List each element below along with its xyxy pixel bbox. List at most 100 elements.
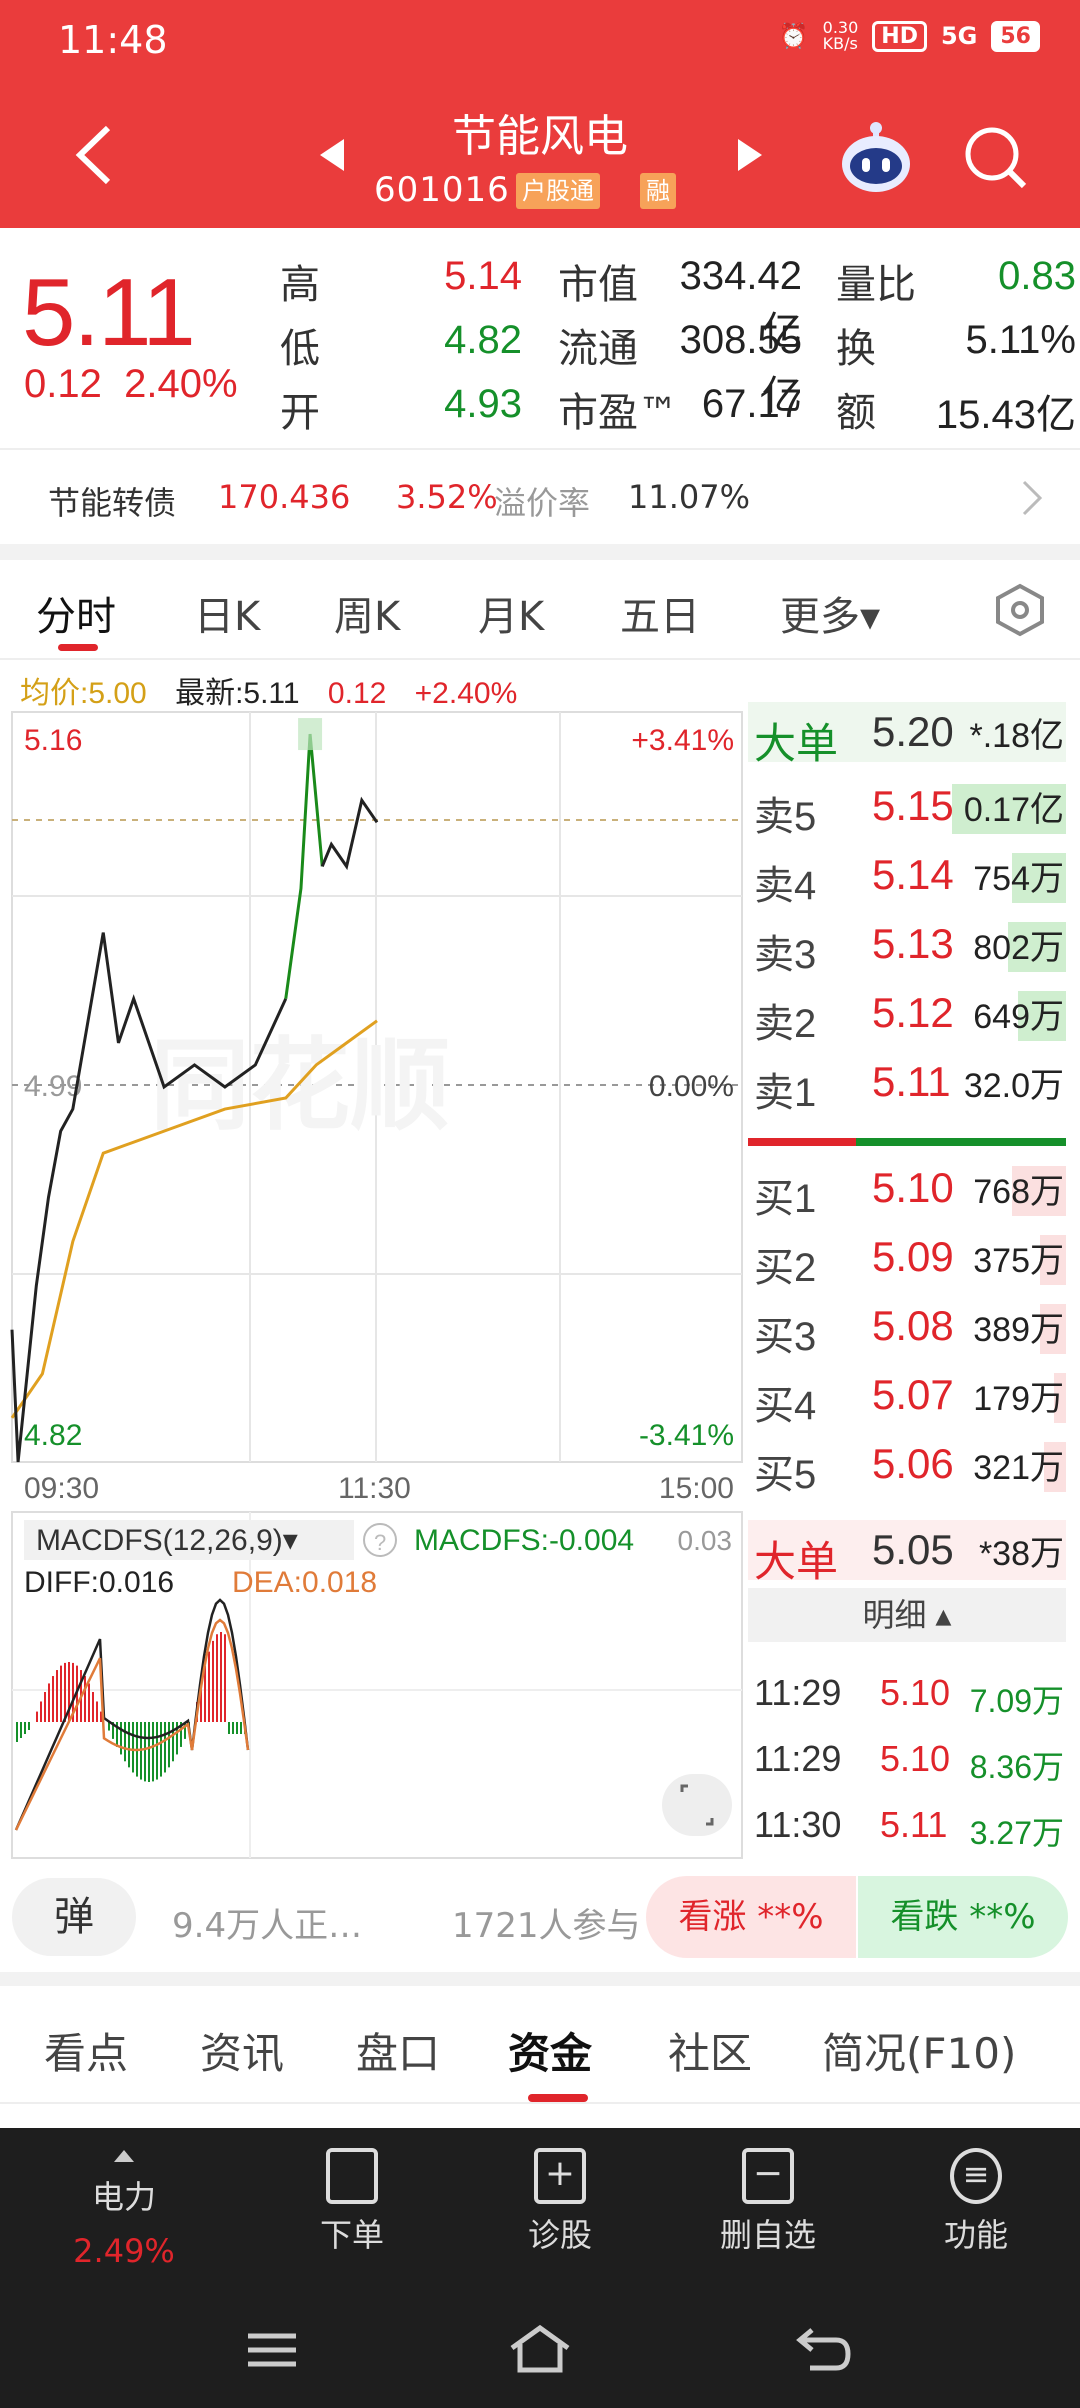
price-axis-high: 5.16: [24, 724, 82, 757]
ask-level-2[interactable]: 卖4 5.14 754万: [748, 845, 1066, 908]
ask-level-3[interactable]: 卖3 5.13 802万: [748, 914, 1066, 977]
sector-button[interactable]: 电力 2.49%: [44, 2148, 204, 2270]
participant-count: 1721人参与: [452, 1906, 641, 1946]
ask-level-5[interactable]: 卖1 5.11 32.0万: [748, 1052, 1066, 1115]
expand-button[interactable]: [662, 1774, 732, 1836]
back-nav-icon[interactable]: [796, 2324, 852, 2376]
bond-price: 170.436: [218, 478, 351, 516]
tab-indicator: [58, 644, 98, 651]
tab-market-depth[interactable]: 盘口: [356, 2020, 440, 2081]
margin-tag: 融: [640, 173, 676, 209]
macd-bar: [152, 1722, 154, 1782]
bid-level-2[interactable]: 买2 5.09 375万: [748, 1227, 1066, 1290]
low-value: 4.82: [444, 318, 522, 362]
functions-button[interactable]: ≡ 功能: [896, 2148, 1056, 2256]
tick-price: 5.10: [880, 1672, 951, 1713]
diagnose-button[interactable]: + 诊股: [480, 2148, 640, 2256]
tab-intraday[interactable]: 分时: [36, 584, 116, 642]
chevron-right-icon: [1022, 480, 1043, 516]
macd-bar: [128, 1722, 130, 1768]
level-price: 5.06: [872, 1440, 954, 1487]
level-label: 卖4: [754, 864, 817, 908]
search-icon[interactable]: [962, 124, 1028, 190]
bond-name: 节能转债: [48, 484, 177, 522]
tab-highlights[interactable]: 看点: [44, 2020, 128, 2081]
level-label: 卖1: [754, 1071, 817, 1115]
bid-level-3[interactable]: 买3 5.08 389万: [748, 1296, 1066, 1359]
settings-hexagon-icon[interactable]: [994, 582, 1046, 638]
big-buy-price: 5.05: [872, 1526, 954, 1573]
next-stock-icon[interactable]: [736, 137, 764, 173]
macd-bar: [232, 1722, 234, 1734]
volume-ratio-label: 量比: [836, 262, 916, 308]
remove-watchlist-button[interactable]: − 删自选: [688, 2148, 848, 2256]
premium-label: 溢价率: [494, 484, 591, 522]
macd-bar: [148, 1722, 150, 1782]
mcap-label: 市值: [558, 262, 638, 308]
detail-toggle[interactable]: 明细 ▴: [748, 1588, 1066, 1642]
level-price: 5.12: [872, 989, 954, 1036]
viewer-count: 9.4万人正…: [172, 1906, 363, 1946]
ask-level-1[interactable]: 卖5 5.15 0.17亿: [748, 776, 1066, 839]
macd-bar: [228, 1722, 230, 1734]
level-price: 5.07: [872, 1371, 954, 1418]
order-label: 下单: [319, 2216, 384, 2254]
low-label: 低: [280, 326, 320, 372]
tab-five-day[interactable]: 五日: [620, 584, 700, 642]
high-marker: [298, 718, 323, 751]
tab-profile[interactable]: 简况(F10): [822, 2020, 1016, 2081]
ask-level-4[interactable]: 卖2 5.12 649万: [748, 983, 1066, 1046]
macd-bar: [84, 1676, 86, 1722]
tick-row: 11:29 5.10 7.09万: [748, 1662, 1066, 1722]
open-value: 4.93: [444, 382, 522, 426]
macd-bar: [36, 1711, 38, 1722]
tick-volume: 8.36万: [969, 1749, 1064, 1785]
level-volume: 754万: [973, 860, 1064, 898]
tab-daily[interactable]: 日K: [194, 584, 260, 642]
stock-code: 601016: [374, 170, 510, 210]
home-nav-icon[interactable]: [508, 2324, 572, 2376]
tick-time: 11:29: [754, 1672, 842, 1713]
bullish-button[interactable]: 看涨 **%: [646, 1876, 856, 1958]
level-volume: 802万: [973, 929, 1064, 967]
bid-level-4[interactable]: 买4 5.07 179万: [748, 1365, 1066, 1428]
tick-time: 11:30: [754, 1804, 842, 1845]
bearish-button[interactable]: 看跌 **%: [858, 1876, 1068, 1958]
functions-label: 功能: [943, 2216, 1008, 2254]
tab-community[interactable]: 社区: [668, 2020, 752, 2081]
robot-assistant-icon[interactable]: [836, 118, 916, 198]
macd-bar: [56, 1670, 58, 1722]
bid-level-5[interactable]: 买5 5.06 321万: [748, 1434, 1066, 1497]
big-sell-row[interactable]: 大单 5.20 *.18亿: [748, 702, 1066, 767]
level-volume: 321万: [973, 1449, 1064, 1487]
macd-bar: [24, 1722, 26, 1734]
macd-bar: [156, 1722, 158, 1780]
danmu-toggle[interactable]: 弹: [12, 1878, 136, 1956]
amount-label: 额: [836, 390, 876, 436]
tab-capital[interactable]: 资金: [508, 2020, 592, 2081]
turnover-value: 5.11%: [965, 318, 1076, 362]
macd-value: MACDFS:-0.004: [414, 1524, 634, 1557]
tab-weekly[interactable]: 周K: [334, 584, 400, 642]
level-price: 5.10: [872, 1164, 954, 1211]
macd-bar: [20, 1722, 22, 1738]
macd-bar: [224, 1634, 226, 1722]
menu-nav-icon[interactable]: [244, 2328, 300, 2372]
tab-news[interactable]: 资讯: [200, 2020, 284, 2081]
macd-bar: [164, 1722, 166, 1773]
caret-up-icon: [114, 2150, 134, 2162]
tab-more[interactable]: 更多▾: [780, 584, 880, 642]
level-volume: 768万: [973, 1173, 1064, 1211]
tab-monthly[interactable]: 月K: [478, 584, 544, 642]
pct-axis-low: -3.41%: [639, 1419, 734, 1452]
price-axis-low: 4.82: [24, 1419, 82, 1452]
big-buy-volume: *38万: [978, 1535, 1064, 1573]
macd-bar: [96, 1701, 98, 1722]
bid-level-1[interactable]: 买1 5.10 768万: [748, 1158, 1066, 1221]
macd-bar: [220, 1632, 222, 1722]
level-price: 5.13: [872, 920, 954, 967]
big-buy-row[interactable]: 大单 5.05 *38万: [748, 1520, 1066, 1585]
order-button[interactable]: 下单: [272, 2148, 432, 2256]
convertible-bond-row[interactable]: 节能转债 170.436 3.52% 溢价率 11.07%: [0, 448, 1080, 544]
intraday-chart[interactable]: 同花顺 5.16 +3.41% 4.99 0.00% 4.82 -3.41% 0…: [0, 700, 745, 1860]
